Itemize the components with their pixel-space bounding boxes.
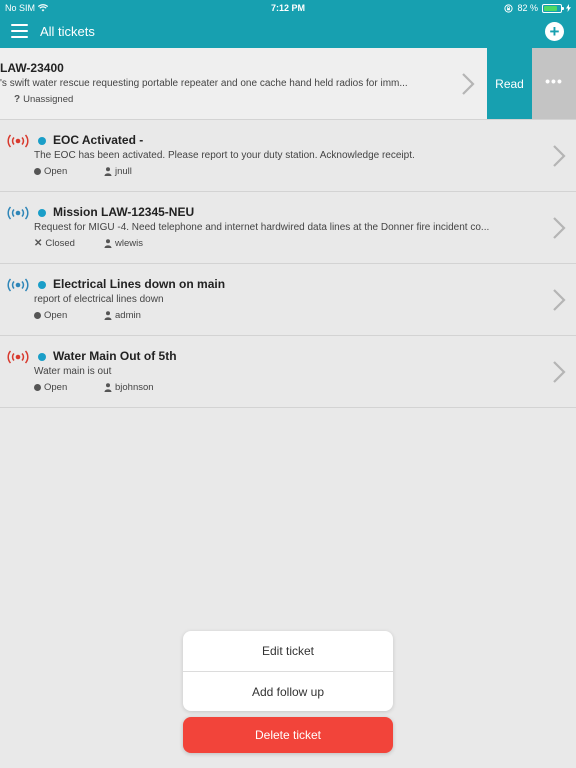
hamburger-menu-icon[interactable] <box>11 24 28 38</box>
ticket-row[interactable]: Mission LAW-12345-NEU Request for MIGU -… <box>0 192 576 264</box>
ticket-assignee: bjohnson <box>104 382 154 393</box>
action-sheet: Edit ticket Add follow up <box>183 631 393 711</box>
ticket-assignee: jnull <box>104 166 132 177</box>
add-follow-up-button[interactable]: Add follow up <box>183 671 393 711</box>
ticket-status: Open <box>34 382 104 393</box>
ticket-status: Open <box>34 310 104 321</box>
ticket-title: Electrical Lines down on main <box>53 277 226 291</box>
ticket-meta: ✕ Closed wlewis <box>34 238 143 249</box>
ticket-row[interactable]: EOC Activated - The EOC has been activat… <box>0 120 576 192</box>
ticket-title: Water Main Out of 5th <box>53 349 177 363</box>
user-icon <box>104 167 112 176</box>
chevron-right-icon[interactable] <box>552 288 566 312</box>
ticket-row[interactable]: Electrical Lines down on main report of … <box>0 264 576 336</box>
broadcast-icon <box>7 206 29 220</box>
ticket-status-label: Closed <box>45 238 75 249</box>
dot-icon <box>34 312 41 319</box>
ticket-row[interactable]: LAW-23400 's swift water rescue requesti… <box>0 48 576 120</box>
page-title: All tickets <box>40 24 95 39</box>
clock: 7:12 PM <box>270 3 305 13</box>
chevron-right-icon[interactable] <box>552 360 566 384</box>
ticket-description: Water main is out <box>34 366 112 377</box>
ticket-meta: Open jnull <box>34 166 132 177</box>
ticket-row[interactable]: Water Main Out of 5th Water main is out … <box>0 336 576 408</box>
ticket-status-label: Open <box>44 310 68 321</box>
ticket-assignee-name: wlewis <box>115 238 143 249</box>
ticket-assignee-name: admin <box>115 310 141 321</box>
user-icon <box>104 311 112 320</box>
ticket-assignee-name: bjohnson <box>115 382 154 393</box>
ticket-title: EOC Activated - <box>53 133 144 147</box>
ticket-meta: Open bjohnson <box>34 382 154 393</box>
ticket-list: LAW-23400 's swift water rescue requesti… <box>0 48 576 408</box>
more-actions-button[interactable]: ••• <box>532 48 576 119</box>
navigation-bar: All tickets + <box>0 18 576 46</box>
broadcast-icon <box>7 350 29 364</box>
ticket-title: LAW-23400 <box>0 61 64 75</box>
ticket-description: Request for MIGU -4. Need telephone and … <box>34 222 490 233</box>
battery-fill <box>544 5 558 11</box>
ticket-status-label: Open <box>44 166 68 177</box>
unread-indicator <box>38 137 46 145</box>
edit-ticket-button[interactable]: Edit ticket <box>183 631 393 671</box>
status-right: 82 % <box>504 3 571 13</box>
top-bar: No SIM 7:12 PM 82 % All tickets + <box>0 0 576 48</box>
unread-indicator <box>38 209 46 217</box>
add-ticket-button[interactable]: + <box>545 22 564 41</box>
dot-icon <box>34 384 41 391</box>
unread-indicator <box>38 281 46 289</box>
ticket-status-label: Unassigned <box>23 94 74 105</box>
ticket-assignee-name: jnull <box>115 166 132 177</box>
chevron-right-icon[interactable] <box>461 72 475 96</box>
ticket-meta: ? Unassigned <box>14 94 84 105</box>
ticket-title: Mission LAW-12345-NEU <box>53 205 195 219</box>
battery-percent: 82 % <box>517 3 538 13</box>
ticket-status: ? Unassigned <box>14 94 84 105</box>
ticket-status: Open <box>34 166 104 177</box>
dot-icon <box>34 168 41 175</box>
question-icon: ? <box>14 94 21 105</box>
user-icon <box>104 239 112 248</box>
ticket-description: 's swift water rescue requesting portabl… <box>0 78 408 89</box>
broadcast-icon <box>7 278 29 292</box>
user-icon <box>104 383 112 392</box>
x-icon: ✕ <box>34 238 43 249</box>
charging-icon <box>566 4 571 12</box>
ticket-description: The EOC has been activated. Please repor… <box>34 150 415 161</box>
chevron-right-icon[interactable] <box>552 144 566 168</box>
ticket-description: report of electrical lines down <box>34 294 164 305</box>
ticket-status: ✕ Closed <box>34 238 104 249</box>
broadcast-icon <box>7 134 29 148</box>
rotation-lock-icon <box>504 3 514 13</box>
ticket-assignee: admin <box>104 310 141 321</box>
status-bar: No SIM 7:12 PM 82 % <box>0 0 576 16</box>
unread-indicator <box>38 353 46 361</box>
delete-ticket-button[interactable]: Delete ticket <box>183 717 393 753</box>
ticket-assignee: wlewis <box>104 238 143 249</box>
mark-read-button[interactable]: Read <box>487 48 532 119</box>
ticket-meta: Open admin <box>34 310 141 321</box>
ticket-status-label: Open <box>44 382 68 393</box>
chevron-right-icon[interactable] <box>552 216 566 240</box>
battery-icon <box>542 3 564 13</box>
